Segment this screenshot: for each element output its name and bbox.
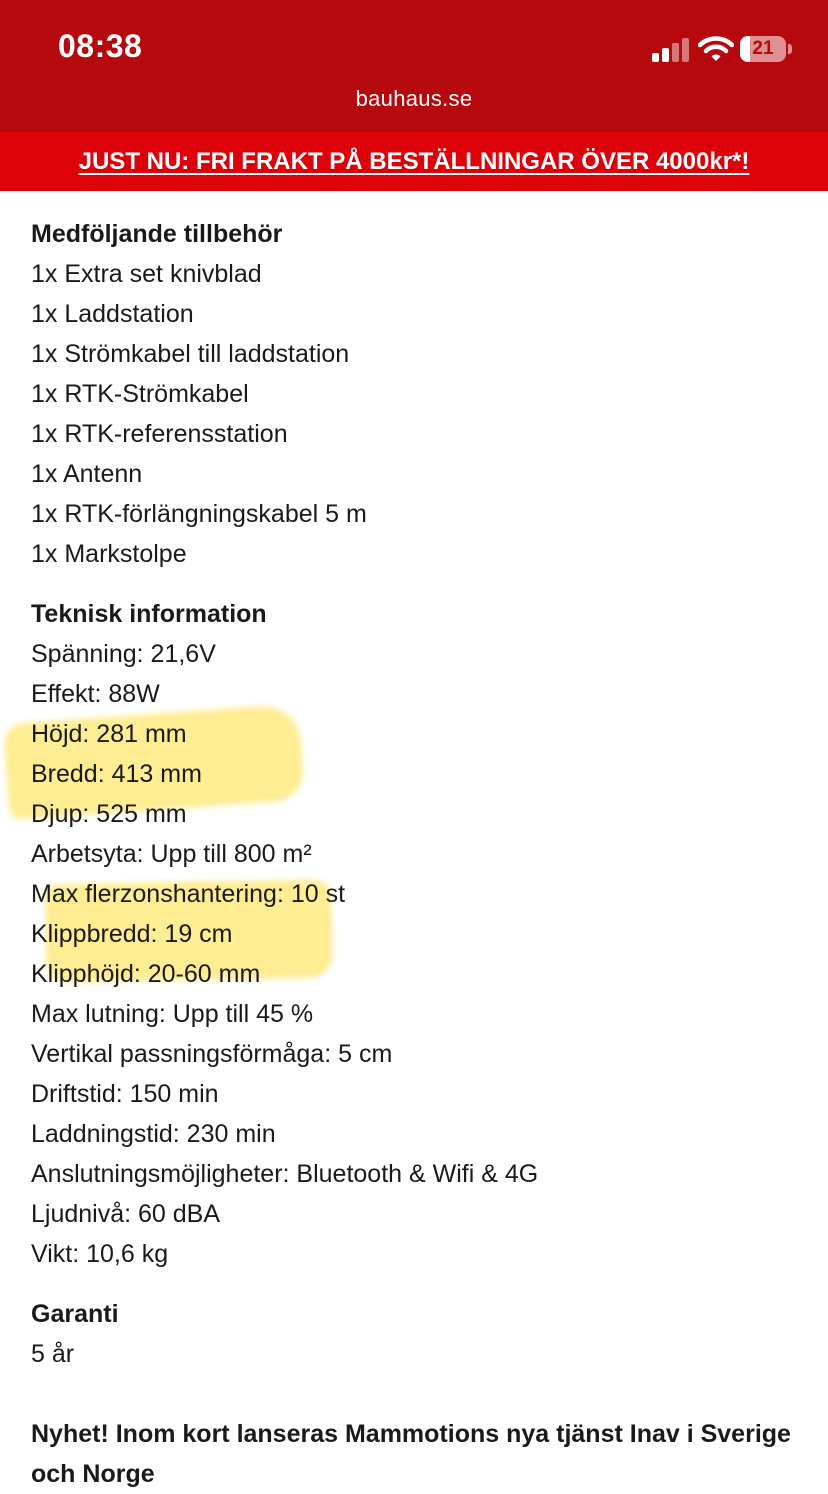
spec-item: Djup: 525 mm [31, 800, 187, 828]
news-paragraph: Nyhet! Inom kort lanseras Mammotions nya… [31, 1420, 791, 1488]
address-bar-url[interactable]: bauhaus.se [0, 86, 828, 112]
warranty-heading: Garanti [31, 1300, 119, 1328]
spec-item: Vikt: 10,6 kg [31, 1240, 169, 1268]
spec-item: Spänning: 21,6V [31, 640, 216, 668]
spec-item: Driftstid: 150 min [31, 1080, 219, 1108]
spec-item: Klippbredd: 19 cm [31, 920, 233, 948]
spec-item: Ljudnivå: 60 dBA [31, 1200, 221, 1228]
spec-item: Max flerzonshantering: 10 st [31, 880, 346, 908]
promo-banner: JUST NU: FRI FRAKT PÅ BESTÄLLNINGAR ÖVER… [0, 132, 828, 191]
cellular-signal-icon [652, 38, 689, 62]
list-item: 1x Markstolpe [31, 540, 187, 568]
warranty-value: 5 år [31, 1340, 75, 1368]
battery-level: 21 [752, 38, 774, 59]
list-item: 1x RTK-Strömkabel [31, 380, 249, 408]
spec-item: Klipphöjd: 20-60 mm [31, 960, 261, 988]
spec-item: Arbetsyta: Upp till 800 m² [31, 840, 312, 868]
battery-icon: 21 [740, 36, 792, 64]
status-time: 08:38 [58, 28, 143, 64]
list-item: 1x Extra set knivblad [31, 260, 262, 288]
accessories-list: 1x Extra set knivblad 1x Laddstation 1x … [31, 254, 811, 574]
spec-item: Anslutningsmöjligheter: Bluetooth & Wifi… [31, 1160, 539, 1188]
list-item: 1x RTK-referensstation [31, 420, 288, 448]
technical-list: Spänning: 21,6V Effekt: 88W Höjd: 281 mm… [31, 634, 811, 1274]
promo-link[interactable]: JUST NU: FRI FRAKT PÅ BESTÄLLNINGAR ÖVER… [79, 148, 750, 176]
wifi-icon [698, 36, 734, 61]
product-description: Medföljande tillbehör 1x Extra set knivb… [31, 214, 811, 1494]
spec-item: Max lutning: Upp till 45 % [31, 1000, 314, 1028]
spec-item: Effekt: 88W [31, 680, 160, 708]
spec-item: Bredd: 413 mm [31, 760, 202, 788]
list-item: 1x Strömkabel till laddstation [31, 340, 350, 368]
technical-heading: Teknisk information [31, 600, 267, 628]
list-item: 1x RTK-förlängningskabel 5 m [31, 500, 367, 528]
browser-status-bar: 08:38 21 bauhaus.se [0, 0, 828, 132]
list-item: 1x Antenn [31, 460, 143, 488]
spec-item: Höjd: 281 mm [31, 720, 187, 748]
spec-item: Laddningstid: 230 min [31, 1120, 276, 1148]
accessories-heading: Medföljande tillbehör [31, 220, 283, 248]
list-item: 1x Laddstation [31, 300, 194, 328]
spec-item: Vertikal passningsförmåga: 5 cm [31, 1040, 393, 1068]
